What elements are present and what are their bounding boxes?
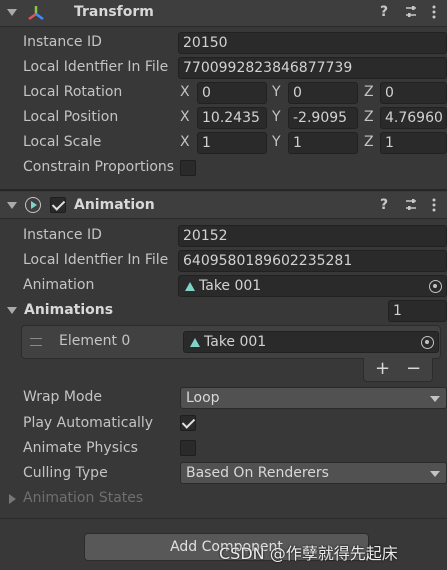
wrap-mode-value: Loop xyxy=(186,390,220,406)
rotation-y-axis-label[interactable]: Y xyxy=(272,84,281,100)
position-y-axis-label[interactable]: Y xyxy=(272,109,281,125)
scale-y-axis-label[interactable]: Y xyxy=(272,134,281,150)
help-icon[interactable]: ? xyxy=(380,4,388,20)
animation-title: Animation xyxy=(74,197,155,213)
local-scale-label: Local Scale xyxy=(23,134,102,150)
animation-help-icon[interactable]: ? xyxy=(380,197,388,213)
position-y-field[interactable]: -2.9095 xyxy=(288,107,358,129)
watermark: CSDN @作孽就得先起床 xyxy=(219,544,398,563)
play-automatically-label: Play Automatically xyxy=(23,415,154,431)
anim-instance-id-label: Instance ID xyxy=(23,227,102,243)
play-automatically-checkbox[interactable] xyxy=(180,415,196,431)
animation-enabled-checkbox[interactable] xyxy=(50,197,66,213)
element-0-clip-value: Take 001 xyxy=(204,334,267,350)
transform-title: Transform xyxy=(74,4,154,20)
local-position-label: Local Position xyxy=(23,109,119,125)
anim-local-identifier-label: Local Identfier In File xyxy=(23,252,169,268)
animation-clip-value: Take 001 xyxy=(199,278,262,294)
scale-z-field[interactable]: 1 xyxy=(380,132,447,154)
position-x-axis-label[interactable]: X xyxy=(180,109,190,125)
anim-local-identifier-field[interactable]: 6409580189602235281 xyxy=(178,250,447,272)
scale-z-axis-label[interactable]: Z xyxy=(364,134,374,150)
bottom-divider xyxy=(0,518,447,519)
wrap-mode-chevron-down-icon xyxy=(430,396,440,402)
animation-foldout-arrow[interactable] xyxy=(7,202,17,209)
element-0-clip-icon xyxy=(190,338,200,347)
instance-id-label: Instance ID xyxy=(23,34,102,50)
drag-handle-icon[interactable] xyxy=(30,338,42,346)
anim-instance-id-field[interactable]: 20152 xyxy=(178,225,447,247)
position-z-axis-label[interactable]: Z xyxy=(364,109,374,125)
remove-element-button[interactable]: − xyxy=(406,358,421,379)
scale-x-axis-label[interactable]: X xyxy=(180,134,190,150)
transform-header[interactable]: Transform ? xyxy=(0,0,447,27)
wrap-mode-dropdown[interactable]: Loop xyxy=(180,387,447,409)
constrain-proportions-label: Constrain Proportions xyxy=(23,159,175,175)
animation-header[interactable]: Animation ? xyxy=(0,192,447,219)
wrap-mode-label: Wrap Mode xyxy=(23,389,103,405)
local-identifier-field[interactable]: 7700992823846877739 xyxy=(178,57,447,79)
position-x-field[interactable]: 10.2435 xyxy=(197,107,267,129)
rotation-y-field[interactable]: 0 xyxy=(288,82,358,104)
animate-physics-checkbox[interactable] xyxy=(180,440,196,456)
animation-clip-field[interactable]: Take 001 xyxy=(178,275,447,297)
rotation-z-axis-label[interactable]: Z xyxy=(364,84,374,100)
kebab-menu-icon[interactable] xyxy=(431,5,437,21)
culling-type-value: Based On Renderers xyxy=(186,465,329,481)
scale-x-field[interactable]: 1 xyxy=(197,132,267,154)
culling-type-chevron-down-icon xyxy=(430,471,440,477)
presets-icon[interactable] xyxy=(404,5,418,19)
list-add-remove-bar xyxy=(363,358,433,382)
scale-y-field[interactable]: 1 xyxy=(288,132,358,154)
element-0-picker-icon[interactable] xyxy=(421,336,434,349)
position-z-field[interactable]: 4.76960 xyxy=(380,107,447,129)
culling-type-dropdown[interactable]: Based On Renderers xyxy=(180,462,447,484)
animate-physics-label: Animate Physics xyxy=(23,440,138,456)
animation-play-icon xyxy=(25,197,41,213)
animations-count-field[interactable]: 1 xyxy=(388,300,447,322)
rotation-z-field[interactable]: 0 xyxy=(380,82,447,104)
animation-kebab-menu-icon[interactable] xyxy=(431,198,437,214)
animation-label: Animation xyxy=(23,277,95,293)
animation-clip-icon xyxy=(185,282,195,291)
transform-foldout-arrow[interactable] xyxy=(7,9,17,16)
element-0-clip-field[interactable]: Take 001 xyxy=(183,331,439,353)
add-element-button[interactable]: + xyxy=(375,358,390,379)
animations-list-label[interactable]: Animations xyxy=(24,302,113,318)
animation-states-foldout-arrow[interactable] xyxy=(9,494,16,504)
rotation-x-field[interactable]: 0 xyxy=(197,82,267,104)
animation-states-label[interactable]: Animation States xyxy=(23,490,143,506)
instance-id-field[interactable]: 20150 xyxy=(178,32,447,54)
local-rotation-label: Local Rotation xyxy=(23,84,123,100)
local-identifier-label: Local Identfier In File xyxy=(23,59,169,75)
rotation-x-axis-label[interactable]: X xyxy=(180,84,190,100)
element-0-label: Element 0 xyxy=(59,333,131,349)
transform-axes-icon xyxy=(28,6,44,21)
constrain-proportions-checkbox[interactable] xyxy=(180,160,196,176)
animation-presets-icon[interactable] xyxy=(404,198,418,212)
animations-foldout-arrow[interactable] xyxy=(7,307,17,314)
component-divider xyxy=(0,189,447,191)
object-picker-icon[interactable] xyxy=(429,280,442,293)
culling-type-label: Culling Type xyxy=(23,465,108,481)
